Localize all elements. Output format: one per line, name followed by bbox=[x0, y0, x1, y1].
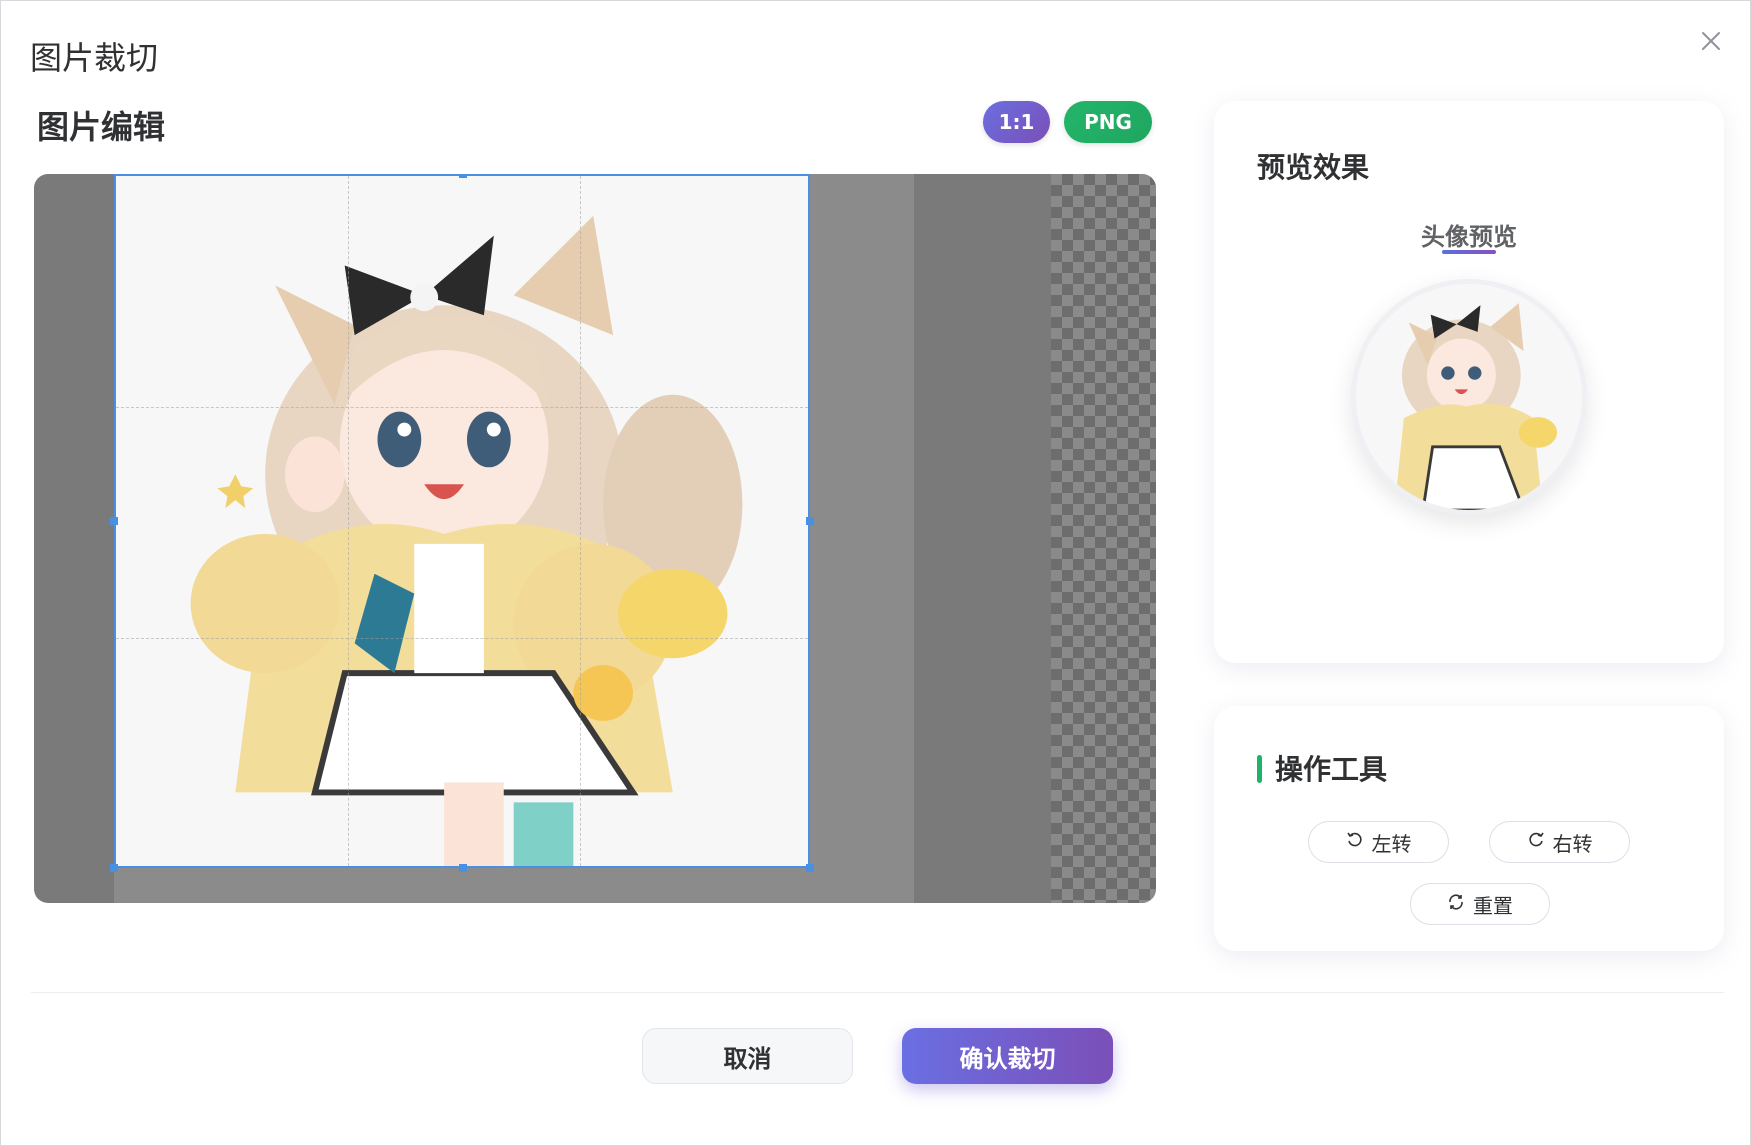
rotate-left-label: 左转 bbox=[1371, 831, 1412, 856]
grid-line bbox=[580, 176, 581, 866]
crop-handle-left[interactable] bbox=[110, 517, 118, 525]
dialog-title: 图片裁切 bbox=[30, 39, 159, 77]
transparent-background bbox=[1051, 174, 1156, 903]
crop-handle-bottom-left[interactable] bbox=[110, 864, 118, 872]
crop-canvas[interactable] bbox=[34, 174, 1156, 903]
character-image bbox=[116, 176, 808, 866]
crop-handle-top[interactable] bbox=[459, 174, 467, 178]
grid-line bbox=[116, 407, 808, 408]
crop-handle-right[interactable] bbox=[806, 517, 814, 525]
crop-dialog: 图片裁切 图片编辑 1:1 PNG 预览效果 头像预览 操作工具 左转 右转 重… bbox=[0, 0, 1751, 1146]
crop-handle-bottom-right[interactable] bbox=[806, 864, 814, 872]
rotate-right-icon bbox=[1527, 830, 1545, 854]
preview-panel: 预览效果 头像预览 bbox=[1214, 101, 1724, 663]
tools-title: 操作工具 bbox=[1275, 753, 1388, 786]
rotate-left-button[interactable]: 左转 bbox=[1308, 821, 1449, 863]
cancel-button[interactable]: 取消 bbox=[642, 1028, 853, 1084]
crop-handle-bottom[interactable] bbox=[459, 864, 467, 872]
editor-title: 图片编辑 bbox=[37, 108, 166, 146]
confirm-crop-button[interactable]: 确认裁切 bbox=[902, 1028, 1113, 1084]
refresh-icon bbox=[1447, 892, 1465, 916]
tab-underline bbox=[1442, 250, 1496, 254]
reset-label: 重置 bbox=[1473, 893, 1513, 918]
avatar-preview bbox=[1351, 279, 1587, 515]
tools-panel: 操作工具 左转 右转 重置 bbox=[1214, 706, 1724, 951]
rotate-right-label: 右转 bbox=[1552, 831, 1593, 856]
rotate-right-button[interactable]: 右转 bbox=[1489, 821, 1630, 863]
format-badge: PNG bbox=[1064, 101, 1152, 143]
close-icon[interactable] bbox=[1697, 27, 1725, 55]
crop-selection-box[interactable] bbox=[114, 174, 810, 868]
grid-line bbox=[116, 638, 808, 639]
aspect-ratio-badge: 1:1 bbox=[983, 101, 1050, 143]
tab-avatar-preview[interactable]: 头像预览 bbox=[1214, 217, 1724, 252]
reset-button[interactable]: 重置 bbox=[1410, 883, 1550, 925]
preview-title: 预览效果 bbox=[1257, 151, 1370, 184]
rotate-left-icon bbox=[1346, 830, 1364, 854]
grid-line bbox=[348, 176, 349, 866]
footer-divider bbox=[31, 992, 1724, 993]
